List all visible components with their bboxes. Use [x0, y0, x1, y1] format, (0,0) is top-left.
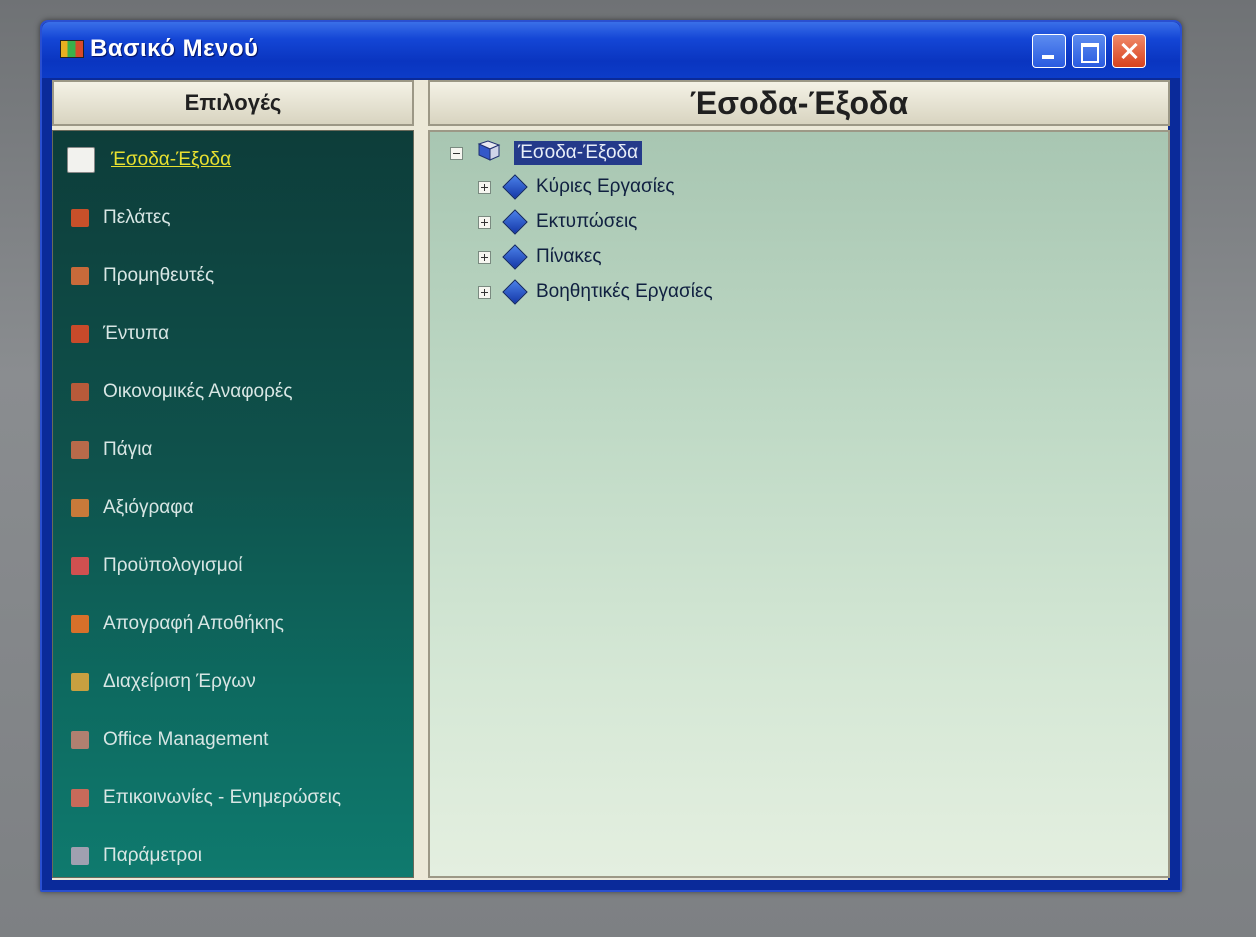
options-list: Έσοδα-Έξοδα Πελάτες Προμηθευτές Έντυπα Οικον… — [52, 130, 414, 878]
forms-icon — [71, 325, 89, 343]
expand-icon[interactable] — [478, 216, 491, 229]
fixed-assets-icon — [71, 441, 89, 459]
financial-reports-icon — [71, 383, 89, 401]
office-management-icon — [71, 731, 89, 749]
book-icon — [477, 140, 501, 161]
sidebar-item-label: Πάγια — [103, 439, 153, 460]
sidebar-item[interactable]: Πελάτες — [63, 201, 408, 239]
collapse-icon[interactable] — [450, 147, 463, 160]
sidebar-item[interactable]: Έντυπα — [63, 317, 408, 355]
income-expense-icon — [67, 147, 95, 173]
diamond-icon — [502, 209, 528, 235]
diamond-icon — [502, 174, 528, 200]
inventory-icon — [71, 615, 89, 633]
options-header: Επιλογές — [52, 80, 414, 126]
sidebar-item-label: Οικονομικές Αναφορές — [103, 381, 293, 402]
sidebar-item[interactable]: Παράμετροι — [63, 839, 408, 877]
suppliers-icon — [71, 267, 89, 285]
sidebar-item-label: Πελάτες — [103, 207, 171, 228]
minimize-button[interactable] — [1032, 34, 1066, 68]
tree-node-label[interactable]: Βοηθητικές Εργασίες — [536, 281, 713, 303]
tree-node-label[interactable]: Κύριες Εργασίες — [536, 176, 675, 198]
maximize-button[interactable] — [1072, 34, 1106, 68]
sidebar-item[interactable]: Απογραφή Αποθήκης — [63, 607, 408, 645]
sidebar-item-label: Έντυπα — [103, 323, 170, 344]
sidebar-item-label: Office Management — [103, 729, 269, 750]
sidebar-item[interactable]: Επικοινωνίες - Ενημερώσεις — [63, 781, 408, 819]
sidebar-item[interactable]: Διαχείριση Έργων — [63, 665, 408, 703]
securities-icon — [71, 499, 89, 517]
sidebar-item-label: Επικοινωνίες - Ενημερώσεις — [103, 787, 342, 808]
sidebar-item-label: Έσοδα-Έξοδα — [111, 149, 232, 170]
sidebar-item-label: Παράμετροι — [103, 845, 203, 866]
sidebar-item[interactable]: Οικονομικές Αναφορές — [63, 375, 408, 413]
main-menu-window: Βασικό Μενού Επιλογές Έσοδα-Έξοδα Πελάτες… — [40, 20, 1182, 892]
parameters-icon — [71, 847, 89, 865]
sidebar-item[interactable]: Έσοδα-Έξοδα — [63, 143, 408, 181]
projects-icon — [71, 673, 89, 691]
tree-node[interactable]: Πίνακες — [478, 244, 778, 274]
sidebar-item-label: Προμηθευτές — [103, 265, 215, 286]
diamond-icon — [502, 244, 528, 270]
title-bar[interactable]: Βασικό Μενού — [42, 22, 1180, 78]
tree-node[interactable]: Κύριες Εργασίες — [478, 174, 778, 204]
expand-icon[interactable] — [478, 286, 491, 299]
tree-node[interactable]: Βοηθητικές Εργασίες — [478, 279, 798, 309]
tree-root-label[interactable]: Έσοδα-Έξοδα — [514, 141, 643, 165]
content-header: Έσοδα-Έξοδα — [428, 80, 1170, 126]
diamond-icon — [502, 279, 528, 305]
window-client-area: Επιλογές Έσοδα-Έξοδα Πελάτες Προμηθευτές Έν… — [52, 80, 1170, 880]
options-panel: Επιλογές Έσοδα-Έξοδα Πελάτες Προμηθευτές Έν… — [52, 80, 414, 880]
customers-icon — [71, 209, 89, 227]
communications-icon — [71, 789, 89, 807]
tree-node-label[interactable]: Εκτυπώσεις — [536, 211, 637, 233]
content-panel: Έσοδα-Έξοδα Έσοδα-Έξοδα Κύριες Εργασίες — [428, 80, 1170, 880]
expand-icon[interactable] — [478, 251, 491, 264]
sidebar-item-label: Διαχείριση Έργων — [103, 671, 256, 692]
sidebar-item[interactable]: Office Management — [63, 723, 408, 761]
sidebar-item[interactable]: Αξιόγραφα — [63, 491, 408, 529]
app-menu-icon[interactable] — [60, 40, 84, 58]
window-title: Βασικό Μενού — [90, 35, 259, 62]
sidebar-item-label: Απογραφή Αποθήκης — [103, 613, 284, 634]
tree-node[interactable]: Εκτυπώσεις — [478, 209, 778, 239]
sidebar-item[interactable]: Προμηθευτές — [63, 259, 408, 297]
close-button[interactable] — [1112, 34, 1146, 68]
expand-icon[interactable] — [478, 181, 491, 194]
budgets-icon — [71, 557, 89, 575]
menu-tree: Έσοδα-Έξοδα Κύριες Εργασίες Εκτυπώσεις Π… — [428, 130, 1170, 878]
sidebar-item-label: Προϋπολογισμοί — [103, 555, 243, 576]
tree-root-node[interactable]: Έσοδα-Έξοδα — [450, 140, 750, 170]
tree-node-label[interactable]: Πίνακες — [536, 246, 602, 268]
sidebar-item-label: Αξιόγραφα — [103, 497, 194, 518]
sidebar-item[interactable]: Πάγια — [63, 433, 408, 471]
sidebar-item[interactable]: Προϋπολογισμοί — [63, 549, 408, 587]
